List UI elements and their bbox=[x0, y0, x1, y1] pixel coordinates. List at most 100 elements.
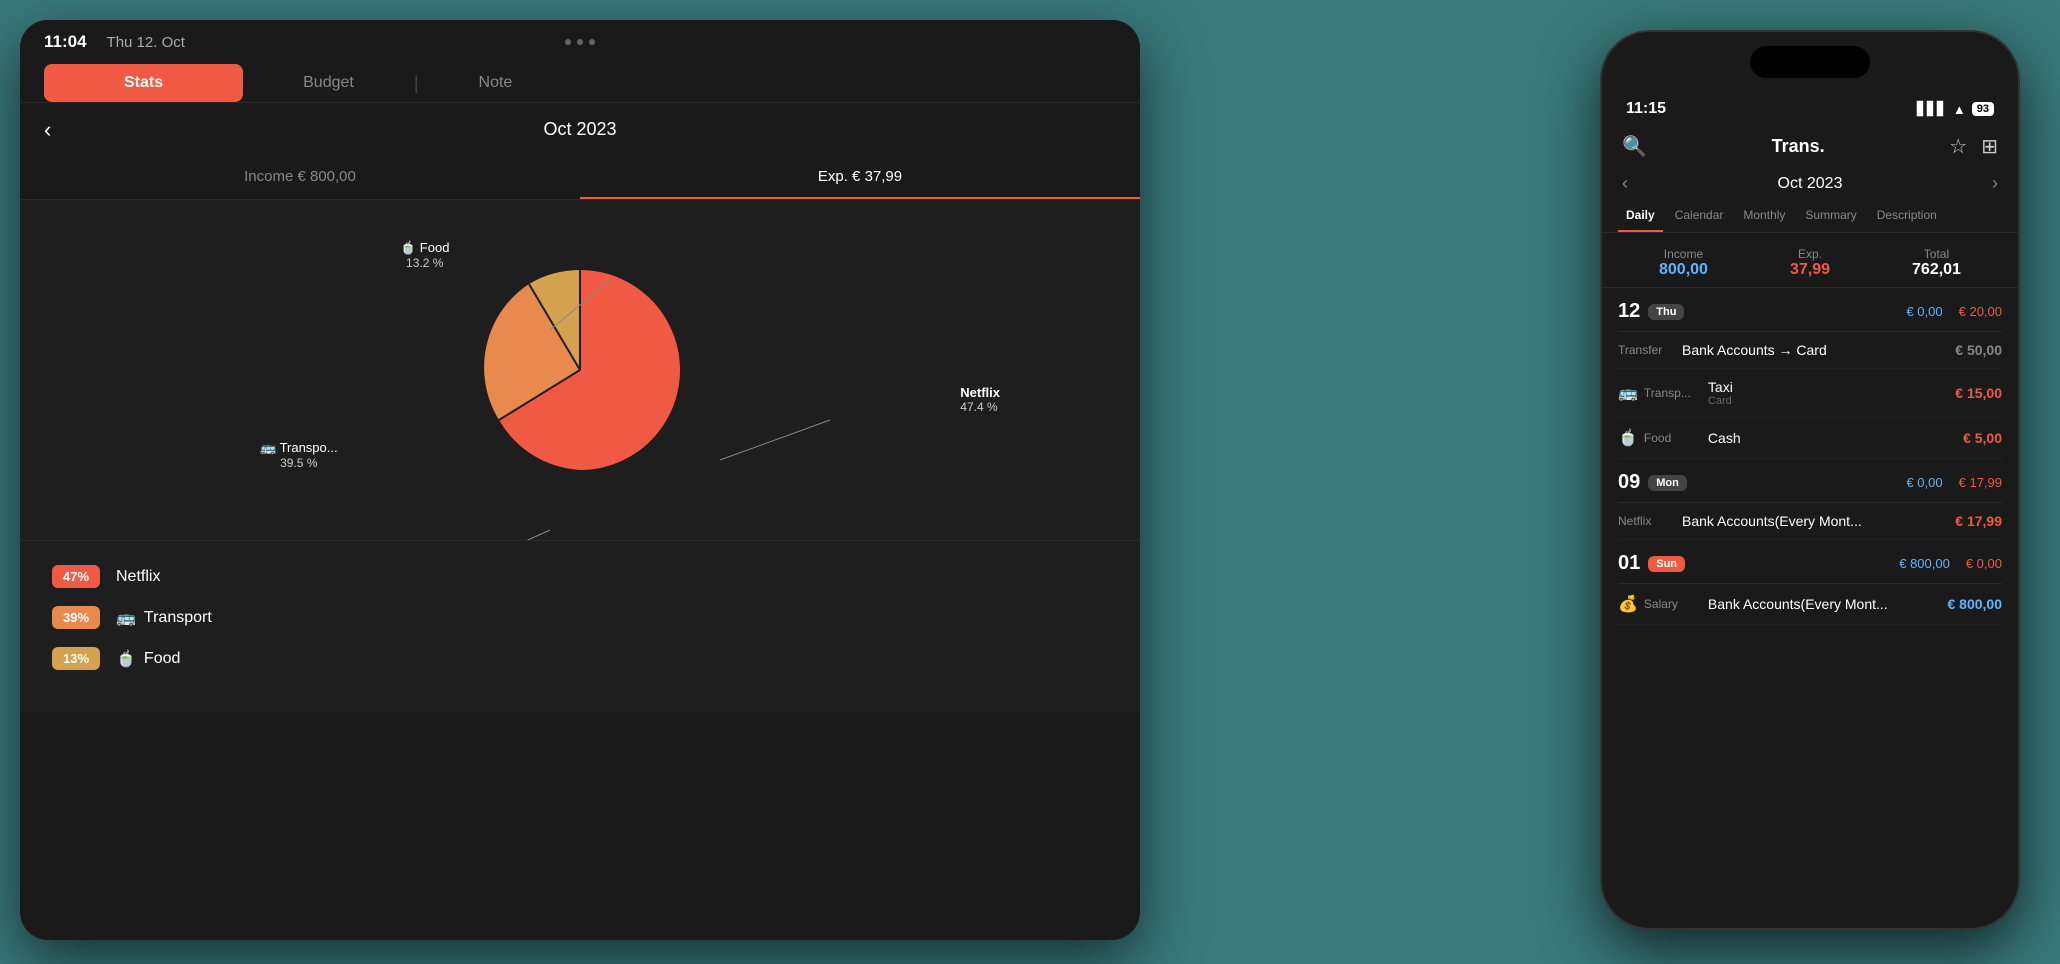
legend-food: 13% 🍵 Food bbox=[52, 647, 1108, 670]
tablet-date: Thu 12. Oct bbox=[107, 34, 185, 51]
trans-amount-taxi: € 15,00 bbox=[1955, 385, 2002, 401]
day-badge-12: Thu bbox=[1648, 304, 1684, 320]
tablet-time: 11:04 bbox=[44, 32, 87, 52]
total-value: 762,01 bbox=[1912, 261, 1961, 279]
dynamic-island bbox=[1750, 46, 1870, 78]
exp-value: 37,99 bbox=[1790, 261, 1830, 279]
table-row[interactable]: 🍵 Food Cash € 5,00 bbox=[1618, 418, 2002, 459]
toolbar-right: ☆ ⊞ bbox=[1949, 134, 1998, 159]
tab-monthly[interactable]: Monthly bbox=[1735, 200, 1793, 232]
tab-note[interactable]: Note bbox=[419, 64, 573, 102]
food-badge: 13% bbox=[52, 647, 100, 670]
tablet-dot-1 bbox=[565, 39, 571, 45]
income-tab[interactable]: Income € 800,00 bbox=[20, 156, 580, 199]
day-income-09: € 0,00 bbox=[1906, 475, 1942, 490]
expense-tab[interactable]: Exp. € 37,99 bbox=[580, 156, 1140, 199]
trans-name-salary: Bank Accounts(Every Mont... bbox=[1708, 596, 1948, 612]
transport-badge: 39% bbox=[52, 606, 100, 629]
food-icon-row: 🍵 bbox=[1618, 428, 1638, 448]
transport-label-text: Transport bbox=[144, 609, 212, 627]
prev-month-button[interactable]: ‹ bbox=[1622, 173, 1628, 194]
tab-budget[interactable]: Budget bbox=[243, 64, 414, 102]
tablet-header: ‹ Oct 2023 bbox=[20, 103, 1140, 156]
trans-info-salary: Bank Accounts(Every Mont... bbox=[1708, 596, 1948, 612]
phone-toolbar: 🔍 Trans. ☆ ⊞ bbox=[1602, 126, 2018, 167]
trans-name-taxi: Taxi bbox=[1708, 379, 1955, 395]
phone-month: Oct 2023 bbox=[1778, 175, 1843, 193]
food-label-text: Food bbox=[144, 650, 180, 668]
trans-name-food: Cash bbox=[1708, 430, 1963, 446]
phone-title: Trans. bbox=[1772, 136, 1825, 157]
trans-cat-salary: Salary bbox=[1644, 597, 1704, 611]
income-expense-tabs: Income € 800,00 Exp. € 37,99 bbox=[20, 156, 1140, 200]
income-value: 800,00 bbox=[1659, 261, 1708, 279]
total-label: Total bbox=[1912, 247, 1961, 261]
income-label: Income bbox=[1659, 247, 1708, 261]
trans-name-transfer: Bank Accounts → Card bbox=[1682, 342, 1955, 358]
table-row[interactable]: Transfer Bank Accounts → Card € 50,00 bbox=[1618, 332, 2002, 369]
summary-exp: Exp. 37,99 bbox=[1790, 247, 1830, 279]
day-header-12: 12 Thu € 0,00 € 20,00 bbox=[1618, 288, 2002, 332]
tablet-dots bbox=[565, 39, 595, 45]
trans-amount-salary: € 800,00 bbox=[1948, 596, 2003, 612]
pie-chart bbox=[470, 260, 690, 480]
header-month: Oct 2023 bbox=[543, 119, 616, 140]
table-row[interactable]: Netflix Bank Accounts(Every Mont... € 17… bbox=[1618, 503, 2002, 540]
battery-badge: 93 bbox=[1972, 102, 1994, 116]
tab-daily[interactable]: Daily bbox=[1618, 200, 1663, 232]
day-badge-01: Sun bbox=[1648, 556, 1685, 572]
summary-total: Total 762,01 bbox=[1912, 247, 1961, 279]
day-group-09: 09 Mon € 0,00 € 17,99 Netflix Bank Accou… bbox=[1602, 459, 2018, 540]
phone-icons: ▋▋▋ ▲ 93 bbox=[1917, 101, 1994, 117]
day-group-12: 12 Thu € 0,00 € 20,00 Transfer Bank Acco… bbox=[1602, 288, 2018, 459]
day-group-01: 01 Sun € 800,00 € 0,00 💰 Salary Bank Acc… bbox=[1602, 540, 2018, 625]
trans-info-food: Cash bbox=[1708, 430, 1963, 446]
trans-info-netflix: Bank Accounts(Every Mont... bbox=[1682, 513, 1955, 529]
transport-label: 🚌 Transpo... 39.5 % bbox=[260, 440, 338, 470]
phone: 11:15 ▋▋▋ ▲ 93 🔍 Trans. ☆ ⊞ ‹ Oct 2023 ›… bbox=[1600, 30, 2020, 930]
netflix-label: Netflix 47.4 % bbox=[960, 385, 1000, 414]
table-row[interactable]: 💰 Salary Bank Accounts(Every Mont... € 8… bbox=[1618, 584, 2002, 625]
transport-icon: 🚌 bbox=[116, 608, 136, 628]
day-id-09: 09 Mon bbox=[1618, 471, 1687, 494]
phone-summary-row: Income 800,00 Exp. 37,99 Total 762,01 bbox=[1602, 233, 2018, 288]
star-button[interactable]: ☆ bbox=[1949, 134, 1967, 159]
day-num-12: 12 bbox=[1618, 300, 1640, 323]
phone-status-bar: 11:15 ▋▋▋ ▲ 93 bbox=[1602, 86, 2018, 126]
day-num-01: 01 bbox=[1618, 552, 1640, 575]
next-month-button[interactable]: › bbox=[1992, 173, 1998, 194]
trans-info-taxi: Taxi Card bbox=[1708, 379, 1955, 407]
trans-cat-taxi: Transp... bbox=[1644, 386, 1704, 400]
netflix-badge: 47% bbox=[52, 565, 100, 588]
food-icon: 🍵 bbox=[116, 649, 136, 669]
day-amounts-12: € 0,00 € 20,00 bbox=[1906, 304, 2002, 319]
phone-tabs: Daily Calendar Monthly Summary Descripti… bbox=[1602, 200, 2018, 233]
day-id-12: 12 Thu bbox=[1618, 300, 1684, 323]
tablet-dot-2 bbox=[577, 39, 583, 45]
filter-button[interactable]: ⊞ bbox=[1981, 134, 1998, 159]
trans-amount-transfer: € 50,00 bbox=[1955, 342, 2002, 358]
transport-icon-taxi: 🚌 bbox=[1618, 383, 1638, 403]
day-num-09: 09 bbox=[1618, 471, 1640, 494]
legend-area: 47% Netflix 39% 🚌 Transport 13% 🍵 Food bbox=[20, 540, 1140, 712]
table-row[interactable]: 🚌 Transp... Taxi Card € 15,00 bbox=[1618, 369, 2002, 418]
day-amounts-09: € 0,00 € 17,99 bbox=[1906, 475, 2002, 490]
day-income-01: € 800,00 bbox=[1899, 556, 1950, 571]
day-exp-01: € 0,00 bbox=[1966, 556, 2002, 571]
tab-description[interactable]: Description bbox=[1869, 200, 1945, 232]
trans-account-taxi: Card bbox=[1708, 395, 1955, 407]
back-button[interactable]: ‹ bbox=[44, 117, 51, 143]
trans-amount-netflix: € 17,99 bbox=[1955, 513, 2002, 529]
tablet-status-bar: 11:04 Thu 12. Oct bbox=[20, 20, 1140, 64]
search-button[interactable]: 🔍 bbox=[1622, 134, 1647, 159]
day-income-12: € 0,00 bbox=[1906, 304, 1942, 319]
legend-netflix: 47% Netflix bbox=[52, 565, 1108, 588]
salary-icon: 💰 bbox=[1618, 594, 1638, 614]
tab-summary[interactable]: Summary bbox=[1797, 200, 1864, 232]
tab-calendar[interactable]: Calendar bbox=[1667, 200, 1732, 232]
legend-transport: 39% 🚌 Transport bbox=[52, 606, 1108, 629]
tab-stats[interactable]: Stats bbox=[44, 64, 243, 102]
transaction-list: 12 Thu € 0,00 € 20,00 Transfer Bank Acco… bbox=[1602, 288, 2018, 908]
trans-cat-food: Food bbox=[1644, 431, 1704, 445]
trans-name-netflix: Bank Accounts(Every Mont... bbox=[1682, 513, 1955, 529]
